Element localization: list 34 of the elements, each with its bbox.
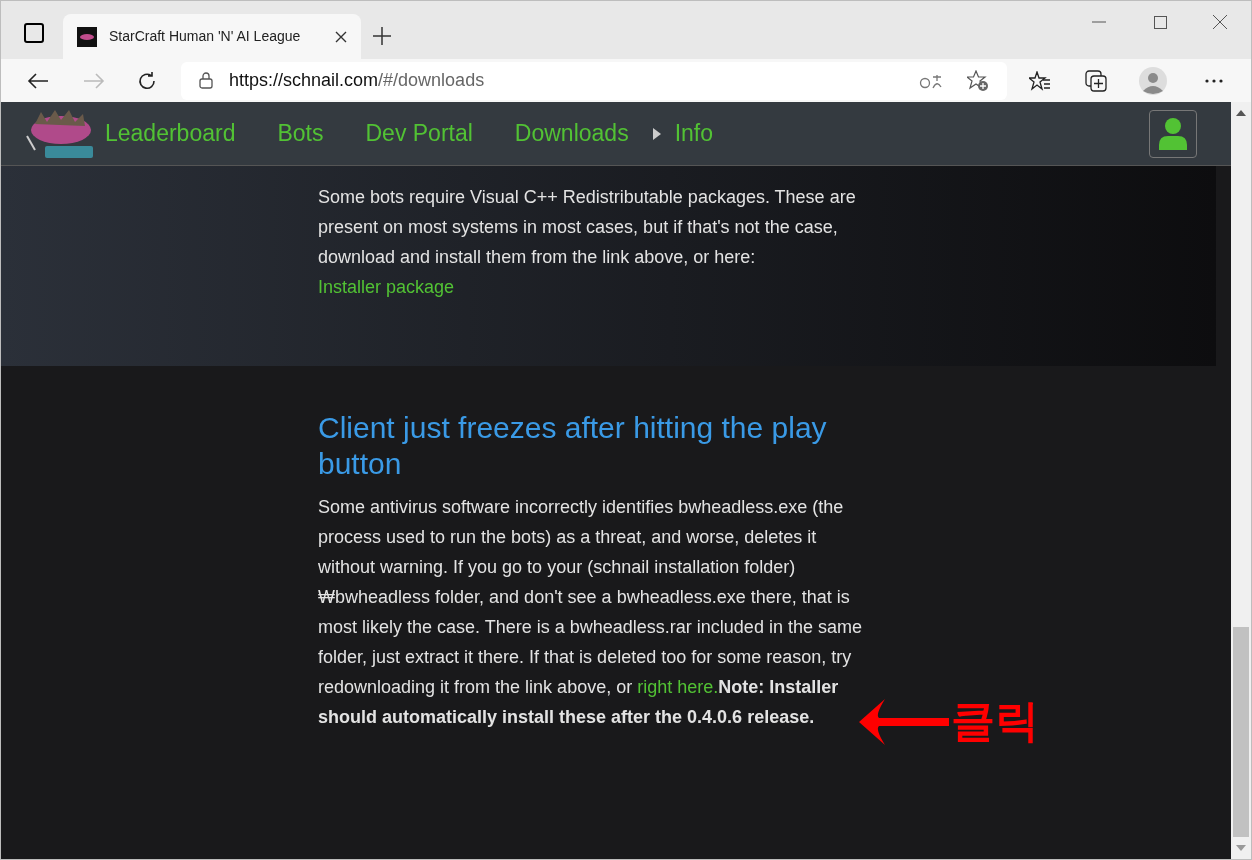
collections-icon[interactable] [1085,69,1107,92]
close-icon[interactable] [1213,15,1227,29]
maximize-icon[interactable] [1154,16,1167,29]
paragraph: Some antivirus software incorrectly identifies bwheadless.exe (the process used to run the bots) as a threat, and worse, deletes it without warning. If you go to your (schnail installation folder)₩bwheadless folder, and don't see a bwheadless.exe there, that is most likely the case. There is a bwheadless.rar included in the same folder, just extract it there. If that is deleted too for some reason, try redownloading it from the link above, or right here.Note: Installer should automatically install these after the 0.4.0.6 release. [318,496,863,729]
nav-link[interactable]: Dev Portal [365,116,473,151]
refresh-icon[interactable] [137,70,157,91]
add-favorite-icon[interactable] [967,69,989,92]
close-icon[interactable] [335,30,347,43]
lock-icon [199,72,213,89]
paragraph: Some bots require Visual C++ Redistributable packages. These are present on most systems in most cases, but if that's not the case, download and install them from the link above, or here: Installer package [318,186,857,299]
annotation-label: 클릭 [951,695,1039,747]
link[interactable]: right here. [637,677,719,697]
nav-link[interactable]: Info [674,116,714,151]
nav-link[interactable]: Bots [277,116,324,151]
more-icon[interactable] [1205,78,1223,83]
profile-avatar-icon[interactable] [1139,66,1167,95]
section-heading: Client just freezes after hitting the play button [318,410,828,482]
address-bar[interactable]: https://schnail.com/#/downloads [181,61,1007,100]
user-icon [1159,117,1187,150]
favorites-icon[interactable] [1029,70,1051,91]
url-text: https://schnail.com/#/downloads [229,69,486,92]
nav-link[interactable]: Downloads [514,116,629,151]
tab-title: StarCraft Human 'N' AI League [109,27,302,46]
browser-tab[interactable]: StarCraft Human 'N' AI League [63,14,361,59]
account-button[interactable] [1149,109,1197,158]
nav-link[interactable]: Leaderboard [105,116,236,151]
link[interactable]: Installer package [318,277,455,297]
scroll-up-icon[interactable] [1236,110,1246,116]
back-arrow-icon[interactable] [27,71,49,90]
site-favicon-icon [77,26,97,47]
scrollbar-thumb[interactable] [1233,627,1249,837]
caret-icon [652,127,661,140]
new-tab-icon[interactable] [373,27,391,45]
tab-actions-icon[interactable] [24,23,44,43]
